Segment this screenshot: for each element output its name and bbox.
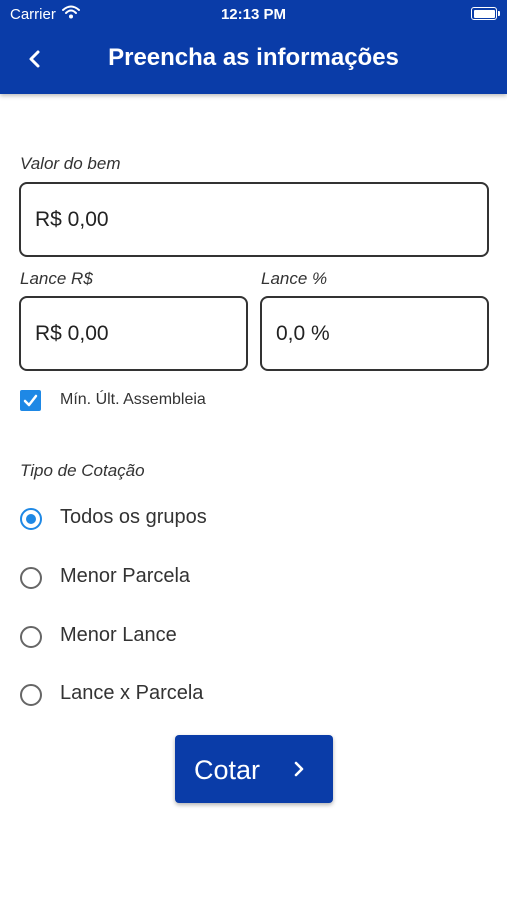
- lance-rs-input[interactable]: [21, 298, 246, 369]
- lance-rs-label: Lance R$: [20, 269, 93, 288]
- radio-todos-os-grupos[interactable]: Todos os grupos: [20, 504, 340, 534]
- status-bar: Carrier 12:13 PM: [0, 0, 507, 28]
- radio-menor-parcela[interactable]: Menor Parcela: [20, 563, 340, 593]
- page-title: Preencha as informações: [108, 44, 399, 71]
- radio-label: Lance x Parcela: [60, 682, 204, 704]
- radio-label: Menor Lance: [60, 624, 177, 646]
- radio-unselected-icon: [20, 626, 42, 648]
- valor-do-bem-field[interactable]: [19, 182, 489, 257]
- cotar-button[interactable]: Cotar: [175, 735, 333, 803]
- chevron-right-icon: [294, 761, 304, 777]
- status-time: 12:13 PM: [220, 6, 287, 23]
- tipo-cotacao-label: Tipo de Cotação: [20, 461, 145, 480]
- radio-selected-icon: [20, 508, 42, 530]
- radio-menor-lance[interactable]: Menor Lance: [20, 622, 340, 652]
- min-ult-assembleia-checkbox[interactable]: [20, 390, 41, 411]
- lance-pct-label: Lance %: [261, 269, 328, 288]
- radio-label: Todos os grupos: [60, 506, 207, 528]
- app-header: Carrier 12:13 PM Preencha as informações: [0, 0, 507, 94]
- cotar-label: Cotar: [194, 755, 261, 785]
- lance-pct-input[interactable]: [262, 298, 487, 369]
- radio-lance-x-parcela[interactable]: Lance x Parcela: [20, 680, 340, 710]
- lance-pct-field[interactable]: [260, 296, 489, 371]
- checkmark-icon: [23, 394, 38, 407]
- radio-unselected-icon: [20, 684, 42, 706]
- battery-icon: [471, 7, 500, 20]
- valor-do-bem-input[interactable]: [21, 184, 487, 255]
- valor-do-bem-label: Valor do bem: [20, 154, 121, 173]
- radio-unselected-icon: [20, 567, 42, 589]
- radio-label: Menor Parcela: [60, 565, 191, 587]
- min-ult-assembleia-label: Mín. Últ. Assembleia: [60, 391, 206, 408]
- lance-rs-field[interactable]: [19, 296, 248, 371]
